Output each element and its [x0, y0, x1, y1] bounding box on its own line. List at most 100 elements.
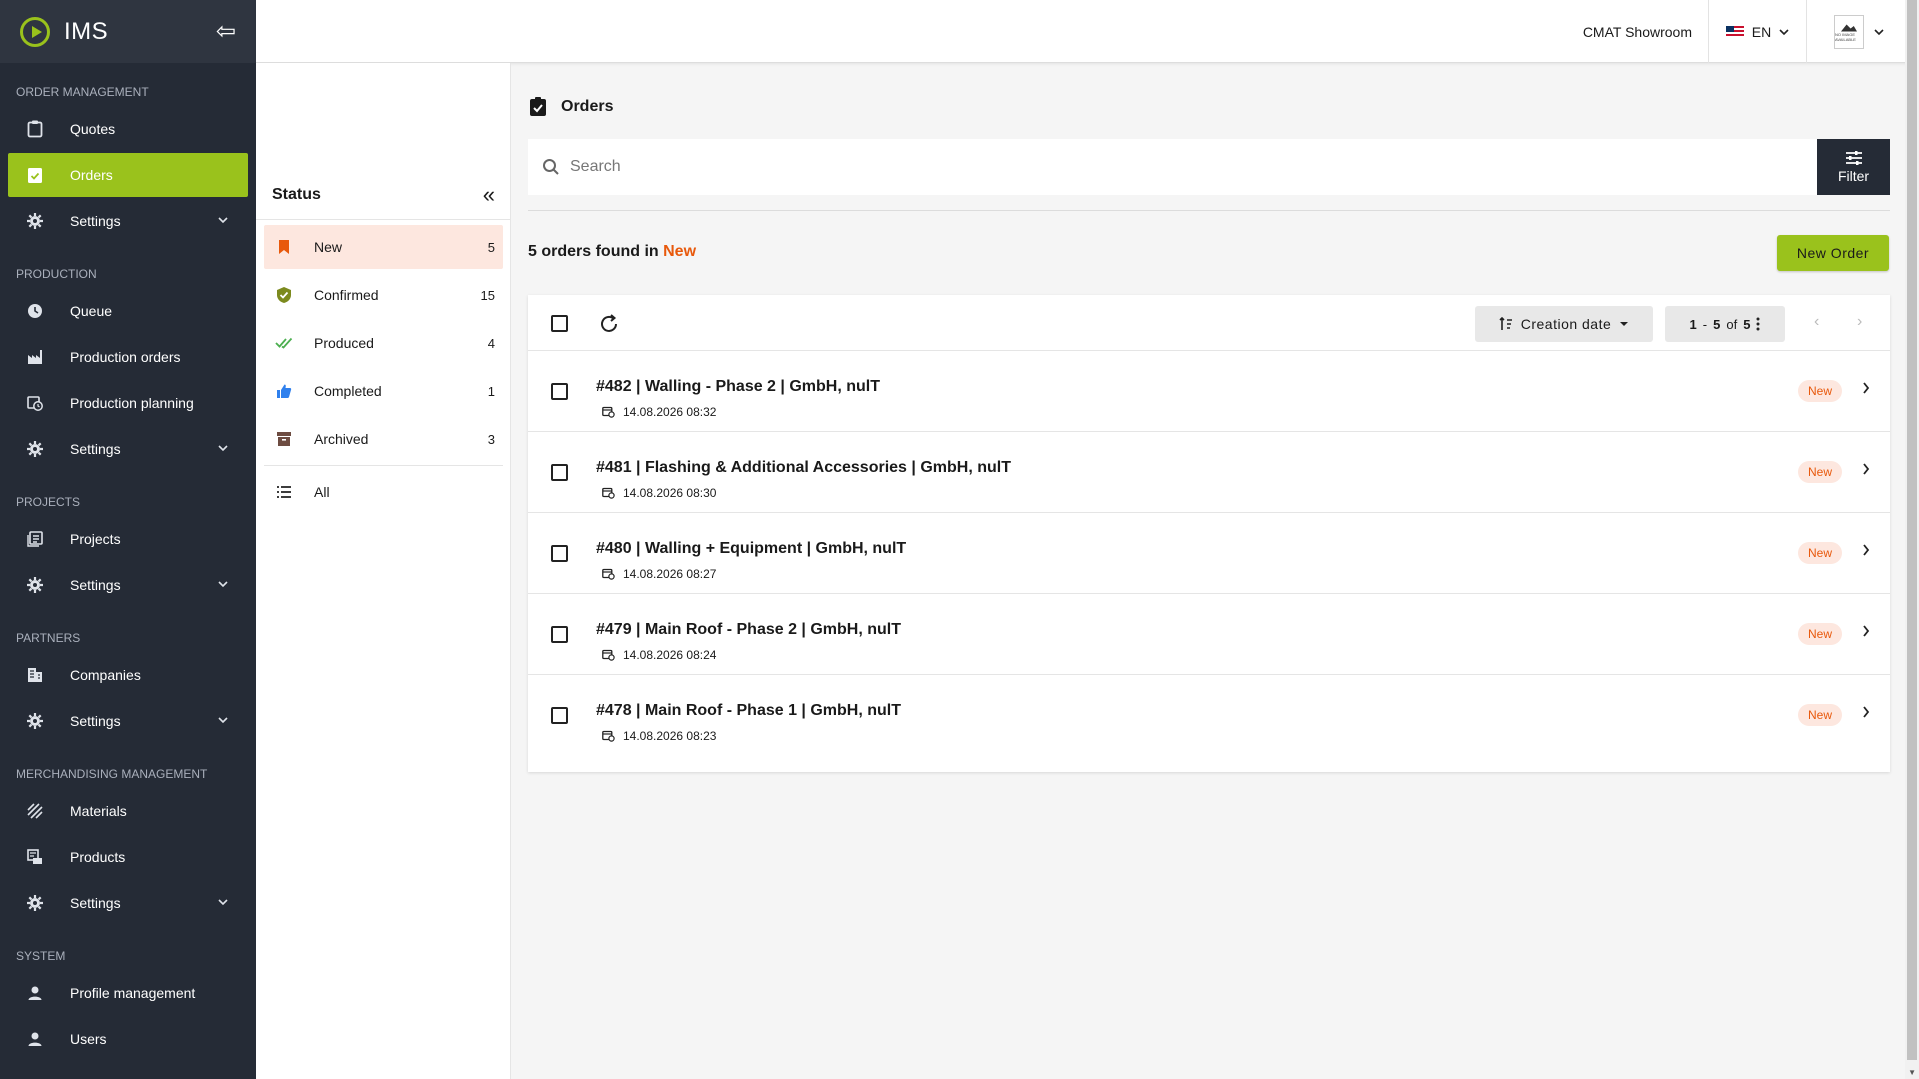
- nav-section-title: MERCHANDISING MANAGEMENT: [16, 767, 208, 781]
- new-order-button[interactable]: New Order: [1777, 235, 1889, 271]
- calendar-edit-icon: [602, 568, 615, 580]
- hatch-icon: [26, 802, 44, 820]
- scrollbar-thumb[interactable]: [1907, 0, 1917, 1060]
- order-row[interactable]: #481 | Flashing & Additional Accessories…: [528, 432, 1890, 513]
- sidebar-item-settings[interactable]: Settings: [8, 699, 248, 743]
- status-item-all[interactable]: All: [264, 470, 503, 514]
- sidebar-item-orders[interactable]: Orders: [8, 153, 248, 197]
- pagination-menu[interactable]: 1 - 5 of 5: [1665, 306, 1785, 342]
- status-item-label: Archived: [314, 431, 369, 447]
- double-check-icon: [274, 333, 294, 353]
- nav-section-title: PROJECTS: [16, 495, 81, 509]
- sidebar-item-label: Companies: [70, 667, 141, 683]
- page-to: 5: [1713, 316, 1721, 332]
- collapse-sidebar-icon[interactable]: ⇦: [216, 17, 236, 46]
- chevron-right-icon[interactable]: [1862, 381, 1870, 399]
- status-badge: New: [1797, 542, 1842, 564]
- row-checkbox[interactable]: [551, 464, 568, 481]
- chevron-right-icon[interactable]: [1862, 624, 1870, 642]
- more-vert-icon: [1756, 317, 1760, 331]
- sidebar-item-production-planning[interactable]: Production planning: [8, 381, 248, 425]
- sidebar-item-projects[interactable]: Projects: [8, 517, 248, 561]
- image-placeholder-icon: [1841, 24, 1857, 32]
- list-box-icon: [26, 530, 44, 548]
- status-item-confirmed[interactable]: Confirmed 15: [264, 273, 503, 317]
- status-item-count: 5: [487, 239, 495, 255]
- sidebar-item-label: Queue: [70, 303, 113, 319]
- sidebar-item-queue[interactable]: Queue: [8, 289, 248, 333]
- status-item-label: All: [314, 484, 330, 500]
- status-item-archived[interactable]: Archived 3: [264, 417, 503, 461]
- filter-button[interactable]: Filter: [1817, 139, 1890, 195]
- sort-button[interactable]: Creation date: [1475, 306, 1653, 342]
- showroom-name[interactable]: CMAT Showroom: [1583, 0, 1709, 63]
- sidebar-item-settings[interactable]: Settings: [8, 427, 248, 471]
- status-item-count: 1: [487, 383, 495, 399]
- user-menu[interactable]: NO IMAGE AVAILABLE: [1819, 0, 1899, 63]
- search-input[interactable]: [570, 158, 1817, 176]
- product-icon: [26, 848, 44, 866]
- chevron-right-icon[interactable]: [1862, 462, 1870, 480]
- status-item-count: 3: [487, 431, 495, 447]
- sidebar-item-settings[interactable]: Settings: [8, 563, 248, 607]
- page-of: of: [1726, 316, 1738, 332]
- orders-list: Creation date 1 - 5 of 5 ‹ › #482 | Wall…: [528, 295, 1890, 772]
- scroll-down-icon[interactable]: ▼: [1908, 1068, 1916, 1077]
- order-title: #479 | Main Roof - Phase 2 | GmbH, nulT: [596, 621, 902, 638]
- shield-check-icon: [274, 285, 294, 305]
- status-item-label: Completed: [314, 383, 382, 399]
- sidebar-item-profile-management[interactable]: Profile management: [8, 971, 248, 1015]
- gear-icon: [26, 576, 44, 594]
- page-scrollbar[interactable]: ▼: [1905, 0, 1919, 1079]
- list-toolbar: Creation date 1 - 5 of 5 ‹ ›: [528, 295, 1890, 351]
- chevron-down-icon: [218, 714, 228, 728]
- sidebar-item-materials[interactable]: Materials: [8, 789, 248, 833]
- archive-icon: [274, 429, 294, 449]
- language-selector[interactable]: EN: [1709, 0, 1807, 63]
- sidebar-item-products[interactable]: Products: [8, 835, 248, 879]
- status-item-produced[interactable]: Produced 4: [264, 321, 503, 365]
- page-header: Orders: [529, 97, 613, 117]
- status-item-count: 4: [487, 335, 495, 351]
- status-badge: New: [1797, 380, 1842, 402]
- order-date-text: 14.08.2026 08:32: [623, 405, 717, 419]
- chevron-right-icon[interactable]: [1862, 705, 1870, 723]
- sidebar-item-label: Products: [70, 849, 126, 865]
- sidebar-item-label: Settings: [70, 577, 121, 593]
- sidebar-item-companies[interactable]: Companies: [8, 653, 248, 697]
- row-checkbox[interactable]: [551, 626, 568, 643]
- sidebar-item-quotes[interactable]: Quotes: [8, 107, 248, 151]
- row-checkbox[interactable]: [551, 383, 568, 400]
- next-page-icon[interactable]: ›: [1857, 313, 1862, 331]
- status-item-new[interactable]: New 5: [264, 225, 503, 269]
- order-date: 14.08.2026 08:27: [602, 567, 716, 581]
- order-date-text: 14.08.2026 08:23: [623, 729, 717, 743]
- search-bar: [528, 139, 1817, 195]
- sidebar-item-users[interactable]: Users: [8, 1017, 248, 1061]
- sidebar-item-settings[interactable]: Settings: [8, 199, 248, 243]
- thumbs-up-icon: [274, 381, 294, 401]
- bookmark-icon: [274, 237, 294, 257]
- collapse-status-icon[interactable]: «: [483, 182, 495, 208]
- prev-page-icon[interactable]: ‹: [1814, 313, 1819, 331]
- chevron-right-icon[interactable]: [1862, 543, 1870, 561]
- order-row[interactable]: #480 | Walling + Equipment | GmbH, nulT 1…: [528, 513, 1890, 594]
- select-all-checkbox[interactable]: [551, 315, 568, 332]
- order-row[interactable]: #479 | Main Roof - Phase 2 | GmbH, nulT 1…: [528, 594, 1890, 675]
- status-item-completed[interactable]: Completed 1: [264, 369, 503, 413]
- order-title: #480 | Walling + Equipment | GmbH, nulT: [596, 540, 907, 557]
- sidebar-item-label: Profile management: [70, 985, 196, 1001]
- order-row[interactable]: #482 | Walling - Phase 2 | GmbH, nulT 14.…: [528, 351, 1890, 432]
- order-row[interactable]: #478 | Main Roof - Phase 1 | GmbH, nulT 1…: [528, 675, 1890, 756]
- refresh-icon[interactable]: [598, 313, 620, 335]
- row-checkbox[interactable]: [551, 545, 568, 562]
- status-title: Status: [272, 185, 321, 203]
- calendar-edit-icon: [602, 487, 615, 499]
- language-label: EN: [1751, 23, 1772, 40]
- sidebar-item-settings[interactable]: Settings: [8, 881, 248, 925]
- sidebar-item-label: Settings: [70, 713, 121, 729]
- order-date-text: 14.08.2026 08:27: [623, 567, 717, 581]
- avatar-placeholder-text: NO IMAGE AVAILABLE: [1835, 31, 1856, 42]
- row-checkbox[interactable]: [551, 707, 568, 724]
- sidebar-item-production-orders[interactable]: Production orders: [8, 335, 248, 379]
